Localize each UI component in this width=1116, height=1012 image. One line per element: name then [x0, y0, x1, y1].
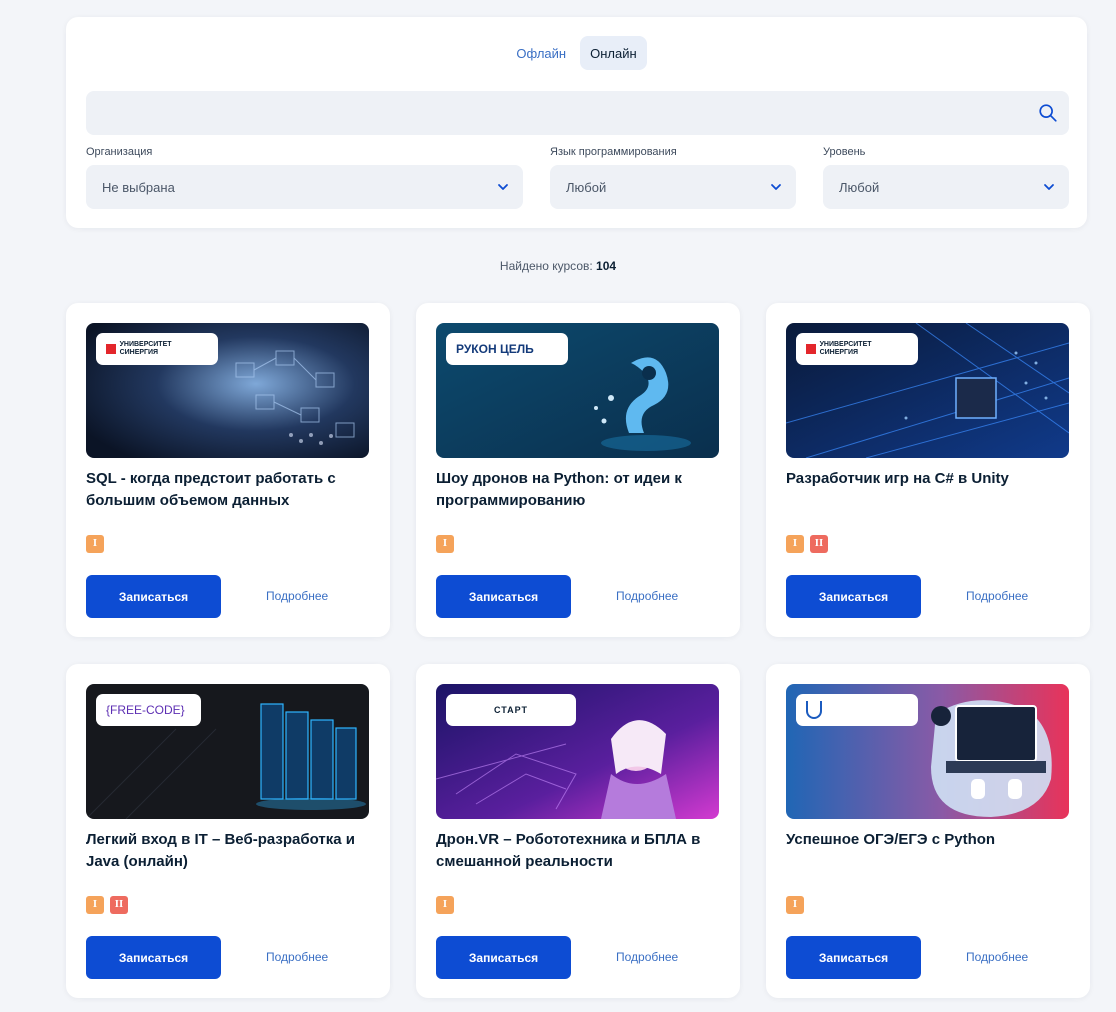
level-label: Уровень	[823, 146, 866, 158]
filter-panel: Офлайн Онлайн Организация Не выбрана Язы…	[66, 17, 1087, 228]
language-label: Язык программирования	[550, 146, 677, 158]
course-title[interactable]: Легкий вход в IT – Веб-разработка и Java…	[86, 829, 370, 873]
level-badges: I II	[86, 896, 128, 914]
language-select[interactable]: Любой	[550, 165, 796, 209]
level-badge: I	[436, 535, 454, 553]
level-badge: I	[786, 535, 804, 553]
language-select-value: Любой	[566, 179, 607, 195]
course-title[interactable]: Дрон.VR – Робототехника и БПЛА в смешанн…	[436, 829, 720, 873]
enroll-button[interactable]: Записаться	[436, 575, 571, 618]
more-link[interactable]: Подробнее	[266, 589, 328, 603]
chevron-down-icon	[1044, 184, 1054, 190]
level-badge: I	[86, 535, 104, 553]
enroll-button[interactable]: Записаться	[786, 575, 921, 618]
search-icon[interactable]	[1037, 102, 1059, 124]
organization-label: Организация	[86, 146, 153, 158]
organization-select[interactable]: Не выбрана	[86, 165, 523, 209]
enroll-button[interactable]: Записаться	[786, 936, 921, 979]
more-link[interactable]: Подробнее	[616, 589, 678, 603]
org-logo-text: УНИВЕРСИТЕТ СИНЕРГИЯ	[119, 341, 172, 356]
level-badge: I	[786, 896, 804, 914]
org-logo: УНИВЕРСИТЕТ СИНЕРГИЯ	[796, 333, 918, 365]
more-link[interactable]: Подробнее	[966, 950, 1028, 964]
level-badges: I	[86, 535, 104, 553]
mode-tabs: Офлайн Онлайн	[66, 36, 1087, 70]
level-badge: II	[110, 896, 128, 914]
more-link[interactable]: Подробнее	[266, 950, 328, 964]
level-badge: I	[436, 896, 454, 914]
course-title[interactable]: SQL - когда предстоит работать с большим…	[86, 468, 370, 512]
course-card[interactable]: УНИВЕРСИТЕТ СИНЕРГИЯ Разработчик игр на …	[766, 303, 1090, 637]
level-badge: II	[810, 535, 828, 553]
course-image[interactable]: УНИВЕРСИТЕТ СИНЕРГИЯ	[786, 323, 1069, 458]
tab-offline[interactable]: Офлайн	[506, 36, 576, 70]
level-badges: I	[436, 896, 454, 914]
tab-online[interactable]: Онлайн	[580, 36, 647, 70]
enroll-button[interactable]: Записаться	[86, 936, 221, 979]
level-select[interactable]: Любой	[823, 165, 1069, 209]
enroll-button[interactable]: Записаться	[436, 936, 571, 979]
course-title[interactable]: Разработчик игр на C# в Unity	[786, 468, 1070, 490]
course-image[interactable]: {FREE-CODE}	[86, 684, 369, 819]
search-bar	[86, 91, 1069, 135]
chevron-down-icon	[771, 184, 781, 190]
org-logo-text: УНИВЕРСИТЕТ СИНЕРГИЯ	[819, 341, 872, 356]
org-logo: СТАРТ	[446, 694, 576, 726]
level-badges: I	[786, 896, 804, 914]
org-logo: {FREE-CODE}	[96, 694, 201, 726]
course-image[interactable]: УНИВЕРСИТЕТ СИНЕРГИЯ	[86, 323, 369, 458]
course-image[interactable]	[786, 684, 1069, 819]
org-logo: РУКОН ЦЕЛЬ	[446, 333, 568, 365]
level-badge: I	[86, 896, 104, 914]
level-badges: I	[436, 535, 454, 553]
results-count-value: 104	[596, 259, 617, 273]
more-link[interactable]: Подробнее	[966, 589, 1028, 603]
course-card[interactable]: {FREE-CODE} Легкий вход в IT – Веб-разра…	[66, 664, 390, 998]
level-badges: I II	[786, 535, 828, 553]
course-card[interactable]: УНИВЕРСИТЕТ СИНЕРГИЯ SQL - когда предсто…	[66, 303, 390, 637]
course-card[interactable]: СТАРТ Дрон.VR – Робототехника и БПЛА в с…	[416, 664, 740, 998]
level-select-value: Любой	[839, 179, 880, 195]
course-image[interactable]: СТАРТ	[436, 684, 719, 819]
enroll-button[interactable]: Записаться	[86, 575, 221, 618]
course-title[interactable]: Шоу дронов на Python: от идеи к программ…	[436, 468, 720, 512]
course-title[interactable]: Успешное ОГЭ/ЕГЭ с Python	[786, 829, 1070, 851]
results-count-label: Найдено курсов:	[499, 259, 593, 273]
organization-select-value: Не выбрана	[102, 179, 175, 195]
course-card[interactable]: РУКОН ЦЕЛЬ Шоу дронов на Python: от идеи…	[416, 303, 740, 637]
more-link[interactable]: Подробнее	[616, 950, 678, 964]
org-logo-text: СТАРТ	[493, 705, 529, 715]
org-logo: УНИВЕРСИТЕТ СИНЕРГИЯ	[96, 333, 218, 365]
course-card[interactable]: Успешное ОГЭ/ЕГЭ с Python I Записаться П…	[766, 664, 1090, 998]
search-input[interactable]	[86, 91, 1069, 135]
results-count: Найдено курсов: 104	[0, 259, 1116, 273]
course-image[interactable]: РУКОН ЦЕЛЬ	[436, 323, 719, 458]
org-logo	[796, 694, 918, 726]
chevron-down-icon	[498, 184, 508, 190]
